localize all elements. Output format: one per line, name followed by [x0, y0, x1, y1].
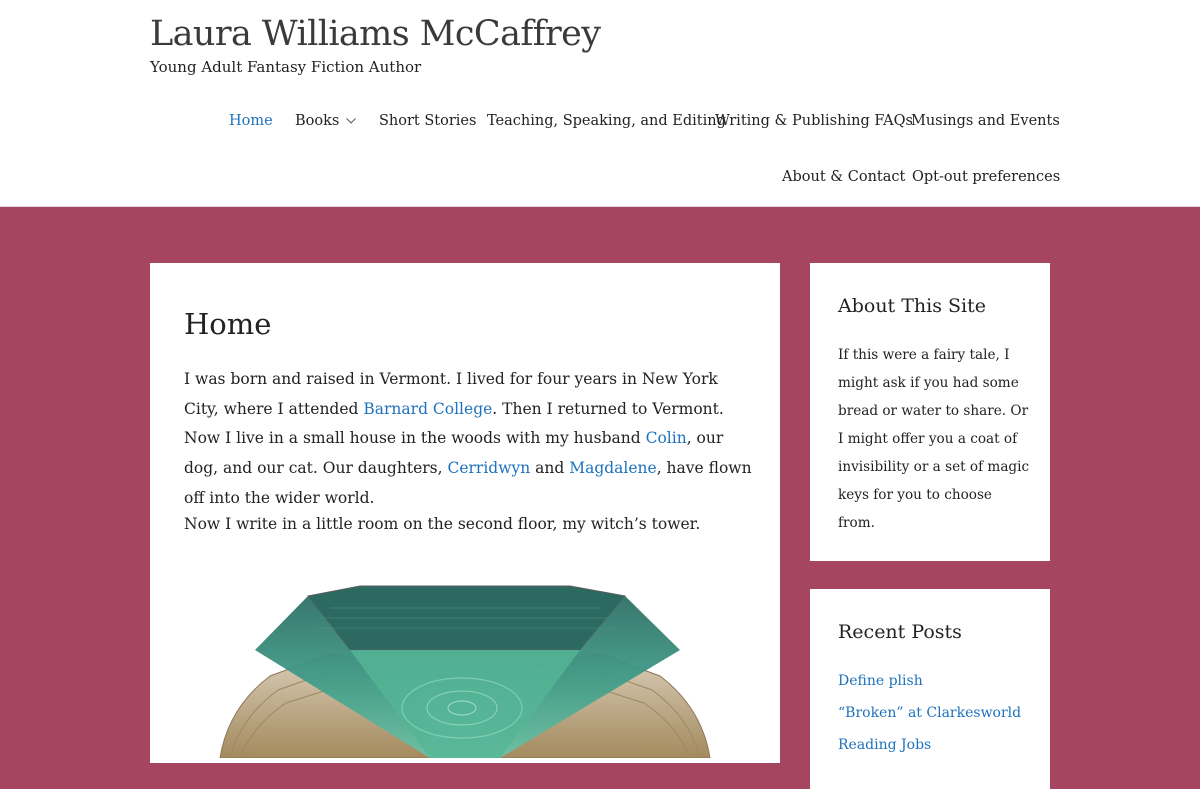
about-widget-text: If this were a fairy tale, I might ask i…	[838, 347, 1030, 531]
recent-post-link[interactable]: Define plish	[838, 673, 923, 689]
nav-item-teaching[interactable]: Teaching, Speaking, and Editing	[487, 113, 726, 129]
magdalene-link[interactable]: Magdalene	[569, 459, 656, 477]
intro-paragraph: I was born and raised in Vermont. I live…	[184, 365, 756, 514]
recent-posts-title: Recent Posts	[838, 621, 962, 643]
nav-item-opt-out[interactable]: Opt-out preferences	[912, 169, 1060, 185]
nav-item-label: Teaching, Speaking, and Editing	[487, 113, 726, 129]
nav-item-faqs[interactable]: Writing & Publishing FAQs	[715, 113, 913, 129]
colin-link[interactable]: Colin	[646, 429, 687, 447]
about-widget: About This Site If this were a fairy tal…	[810, 263, 1050, 561]
nav-item-musings[interactable]: Musings and Events	[911, 113, 1060, 129]
book-illustration	[219, 585, 711, 758]
page-title: Home	[184, 307, 272, 341]
paragraph-text: and	[530, 459, 570, 478]
about-widget-title: About This Site	[838, 295, 986, 317]
nav-item-label: About & Contact	[782, 169, 906, 185]
main-content-card: Home I was born and raised in Vermont. I…	[150, 263, 780, 763]
site-header: Laura Williams McCaffrey Young Adult Fan…	[0, 0, 1200, 207]
barnard-college-link[interactable]: Barnard College	[363, 400, 492, 418]
nav-item-about-contact[interactable]: About & Contact	[782, 169, 905, 185]
site-title[interactable]: Laura Williams McCaffrey	[150, 14, 601, 54]
nav-item-label: Musings and Events	[911, 113, 1060, 129]
nav-item-label: Opt-out preferences	[912, 169, 1061, 185]
nav-item-label: Writing & Publishing FAQs	[715, 113, 913, 129]
nav-item-books[interactable]: Books	[295, 113, 357, 129]
nav-item-short-stories[interactable]: Short Stories	[379, 113, 476, 129]
site-tagline: Young Adult Fantasy Fiction Author	[150, 58, 422, 76]
recent-post-link[interactable]: “Broken” at Clarkesworld	[838, 705, 1021, 721]
nav-item-label: Home	[229, 113, 273, 129]
cerridwyn-link[interactable]: Cerridwyn	[447, 459, 530, 477]
recent-post-link[interactable]: Reading Jobs	[838, 737, 931, 753]
nav-item-label: Short Stories	[379, 113, 477, 129]
writing-room-paragraph: Now I write in a little room on the seco…	[184, 515, 701, 533]
nav-item-home[interactable]: Home	[229, 113, 273, 129]
nav-item-label: Books	[295, 113, 340, 129]
recent-posts-widget: Recent Posts Define plish “Broken” at Cl…	[810, 589, 1050, 789]
chevron-down-icon	[346, 113, 357, 124]
